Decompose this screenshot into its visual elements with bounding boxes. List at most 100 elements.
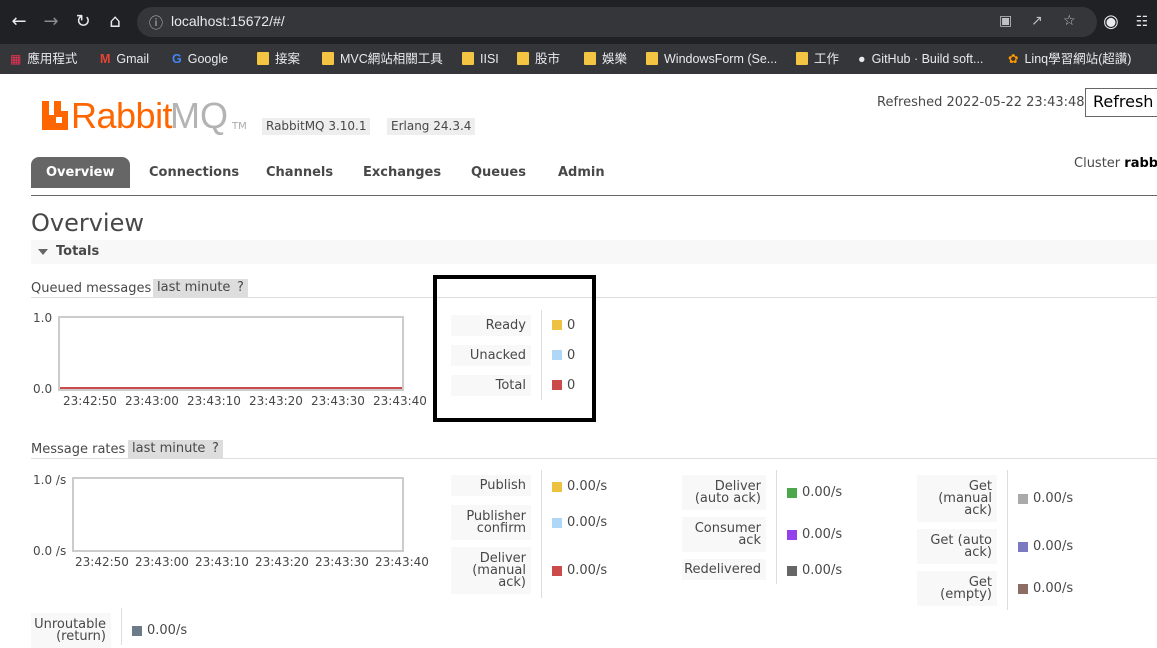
- stat-value-publisher-confirm: 0.00/s: [567, 515, 608, 530]
- publish-color-swatch: [552, 482, 562, 492]
- stat-separator: [1007, 470, 1008, 610]
- queued-total-series-line: [60, 387, 402, 389]
- x-tick-label: 23:43:20: [255, 555, 309, 569]
- tab-overview[interactable]: Overview: [31, 157, 130, 188]
- x-tick-label: 23:43:40: [375, 555, 429, 569]
- reading-list-icon[interactable]: ☷: [1130, 10, 1154, 34]
- google-icon: G: [172, 52, 182, 66]
- x-tick-label: 23:43:10: [187, 394, 241, 408]
- tab-admin[interactable]: Admin: [543, 157, 620, 188]
- stat-label-get-auto-ack: Get (auto ack): [917, 529, 997, 564]
- get-auto-ack-color-swatch: [1018, 542, 1028, 552]
- stat-label-deliver-auto-ack: Deliver (auto ack): [682, 475, 766, 510]
- bookmark-folder[interactable]: IISI: [462, 44, 499, 74]
- stat-value-redelivered: 0.00/s: [802, 563, 843, 578]
- queued-help-button[interactable]: ?: [233, 279, 248, 297]
- bookmark-gmail[interactable]: M Gmail: [100, 44, 149, 74]
- bookmark-apps[interactable]: ▦ 應用程式: [10, 44, 77, 74]
- stat-label-consumer-ack: Consumer ack: [682, 517, 766, 552]
- bookmark-linq[interactable]: ✿ Linq學習網站(超讚): [1008, 44, 1131, 74]
- profile-icon[interactable]: ◉: [1099, 10, 1123, 34]
- totals-section-toggle[interactable]: Totals: [31, 240, 1157, 264]
- x-tick-label: 23:43:30: [315, 555, 369, 569]
- stat-value-deliver-auto-ack: 0.00/s: [802, 485, 843, 500]
- home-icon[interactable]: ⌂: [103, 10, 127, 34]
- star-icon[interactable]: ☆: [1063, 13, 1076, 29]
- refresh-select[interactable]: Refresh e: [1085, 88, 1157, 117]
- queued-messages-chart: [58, 316, 404, 391]
- cluster-info: Cluster rabbi: [1074, 156, 1157, 171]
- bookmark-folder[interactable]: 娛樂: [584, 44, 627, 74]
- stat-label-redelivered: Redelivered: [682, 559, 766, 580]
- x-tick-label: 23:43:00: [135, 555, 189, 569]
- message-rates-chart: [72, 477, 404, 552]
- logo-rabbit-text: Rabbit: [71, 95, 173, 136]
- queued-messages-label: Queued messages: [31, 281, 152, 296]
- folder-icon: [584, 52, 596, 65]
- url-text[interactable]: localhost:15672/#/: [171, 13, 285, 29]
- rabbitmq-version-badge: RabbitMQ 3.10.1: [262, 118, 371, 135]
- page-title: Overview: [31, 209, 144, 237]
- tab-connections[interactable]: Connections: [134, 157, 254, 188]
- logo-trademark: TM: [232, 121, 247, 132]
- queued-x-axis: 23:42:50 23:43:00 23:43:10 23:43:20 23:4…: [63, 394, 443, 410]
- erlang-version-badge: Erlang 24.3.4: [387, 118, 476, 135]
- rates-range-selector[interactable]: last minute: [128, 440, 210, 458]
- queued-y-min: 0.0: [33, 382, 53, 396]
- folder-icon: [322, 52, 334, 65]
- deliver-manual-ack-color-swatch: [552, 566, 562, 576]
- bookmark-github[interactable]: ● GitHub · Build soft...: [858, 44, 983, 74]
- stat-separator: [121, 608, 122, 645]
- bookmark-folder[interactable]: 工作: [796, 44, 839, 74]
- section-title: Totals: [56, 244, 100, 259]
- gmail-icon: M: [100, 52, 111, 66]
- stat-label-unroutable-return: Unroutable (return): [31, 613, 111, 648]
- translate-icon[interactable]: ▣: [999, 13, 1012, 29]
- cluster-name: rabbi: [1124, 156, 1157, 171]
- bookmark-site-icon: ✿: [1008, 52, 1019, 66]
- tab-divider: [31, 195, 1157, 196]
- refreshed-timestamp: Refreshed 2022-05-22 23:43:48: [877, 95, 1085, 110]
- message-rates-label: Message rates: [31, 442, 126, 457]
- stat-separator: [541, 470, 542, 598]
- rates-x-axis: 23:42:50 23:43:00 23:43:10 23:43:20 23:4…: [75, 555, 445, 571]
- consumer-ack-color-swatch: [787, 530, 797, 540]
- x-tick-label: 23:43:00: [125, 394, 179, 408]
- collapse-triangle-icon: [38, 249, 48, 255]
- share-icon[interactable]: ↗: [1031, 13, 1043, 29]
- tab-queues[interactable]: Queues: [456, 157, 541, 188]
- section-divider: [31, 458, 1157, 459]
- stat-value-get-auto-ack: 0.00/s: [1033, 539, 1074, 554]
- stat-value-consumer-ack: 0.00/s: [802, 527, 843, 542]
- cluster-label: Cluster: [1074, 156, 1121, 171]
- queued-range-selector[interactable]: last minute: [153, 279, 235, 297]
- bookmark-folder[interactable]: MVC網站相關工具: [322, 44, 443, 74]
- address-bar[interactable]: ⓘ localhost:15672/#/ ▣ ↗ ☆: [137, 7, 1097, 37]
- annotation-highlight-box: [433, 275, 596, 422]
- bookmark-google[interactable]: G Google: [172, 44, 228, 74]
- x-tick-label: 23:42:50: [75, 555, 129, 569]
- folder-icon: [462, 52, 474, 65]
- back-icon[interactable]: ←: [7, 10, 31, 34]
- apps-grid-icon: ▦: [10, 52, 22, 66]
- folder-icon: [257, 52, 269, 65]
- bookmark-folder[interactable]: WindowsForm (Se...: [646, 44, 777, 74]
- tab-channels[interactable]: Channels: [251, 157, 348, 188]
- x-tick-label: 23:42:50: [63, 394, 117, 408]
- get-empty-color-swatch: [1018, 584, 1028, 594]
- info-icon[interactable]: ⓘ: [149, 13, 163, 33]
- publisher-confirm-color-swatch: [552, 518, 562, 528]
- x-tick-label: 23:43:20: [249, 394, 303, 408]
- queued-y-max: 1.0: [33, 311, 53, 325]
- stat-value-publish: 0.00/s: [567, 479, 608, 494]
- rates-help-button[interactable]: ?: [208, 440, 223, 458]
- browser-toolbar: ← → ↻ ⌂ ⓘ localhost:15672/#/ ▣ ↗ ☆ ◉ ☷: [0, 0, 1157, 44]
- bookmark-folder[interactable]: 股市: [517, 44, 560, 74]
- rates-y-min: 0.0 /s: [33, 544, 67, 558]
- github-icon: ●: [858, 52, 866, 66]
- tab-exchanges[interactable]: Exchanges: [348, 157, 456, 188]
- x-tick-label: 23:43:10: [195, 555, 249, 569]
- forward-icon[interactable]: →: [39, 10, 63, 34]
- bookmark-folder[interactable]: 接案: [257, 44, 300, 74]
- reload-icon[interactable]: ↻: [71, 10, 95, 34]
